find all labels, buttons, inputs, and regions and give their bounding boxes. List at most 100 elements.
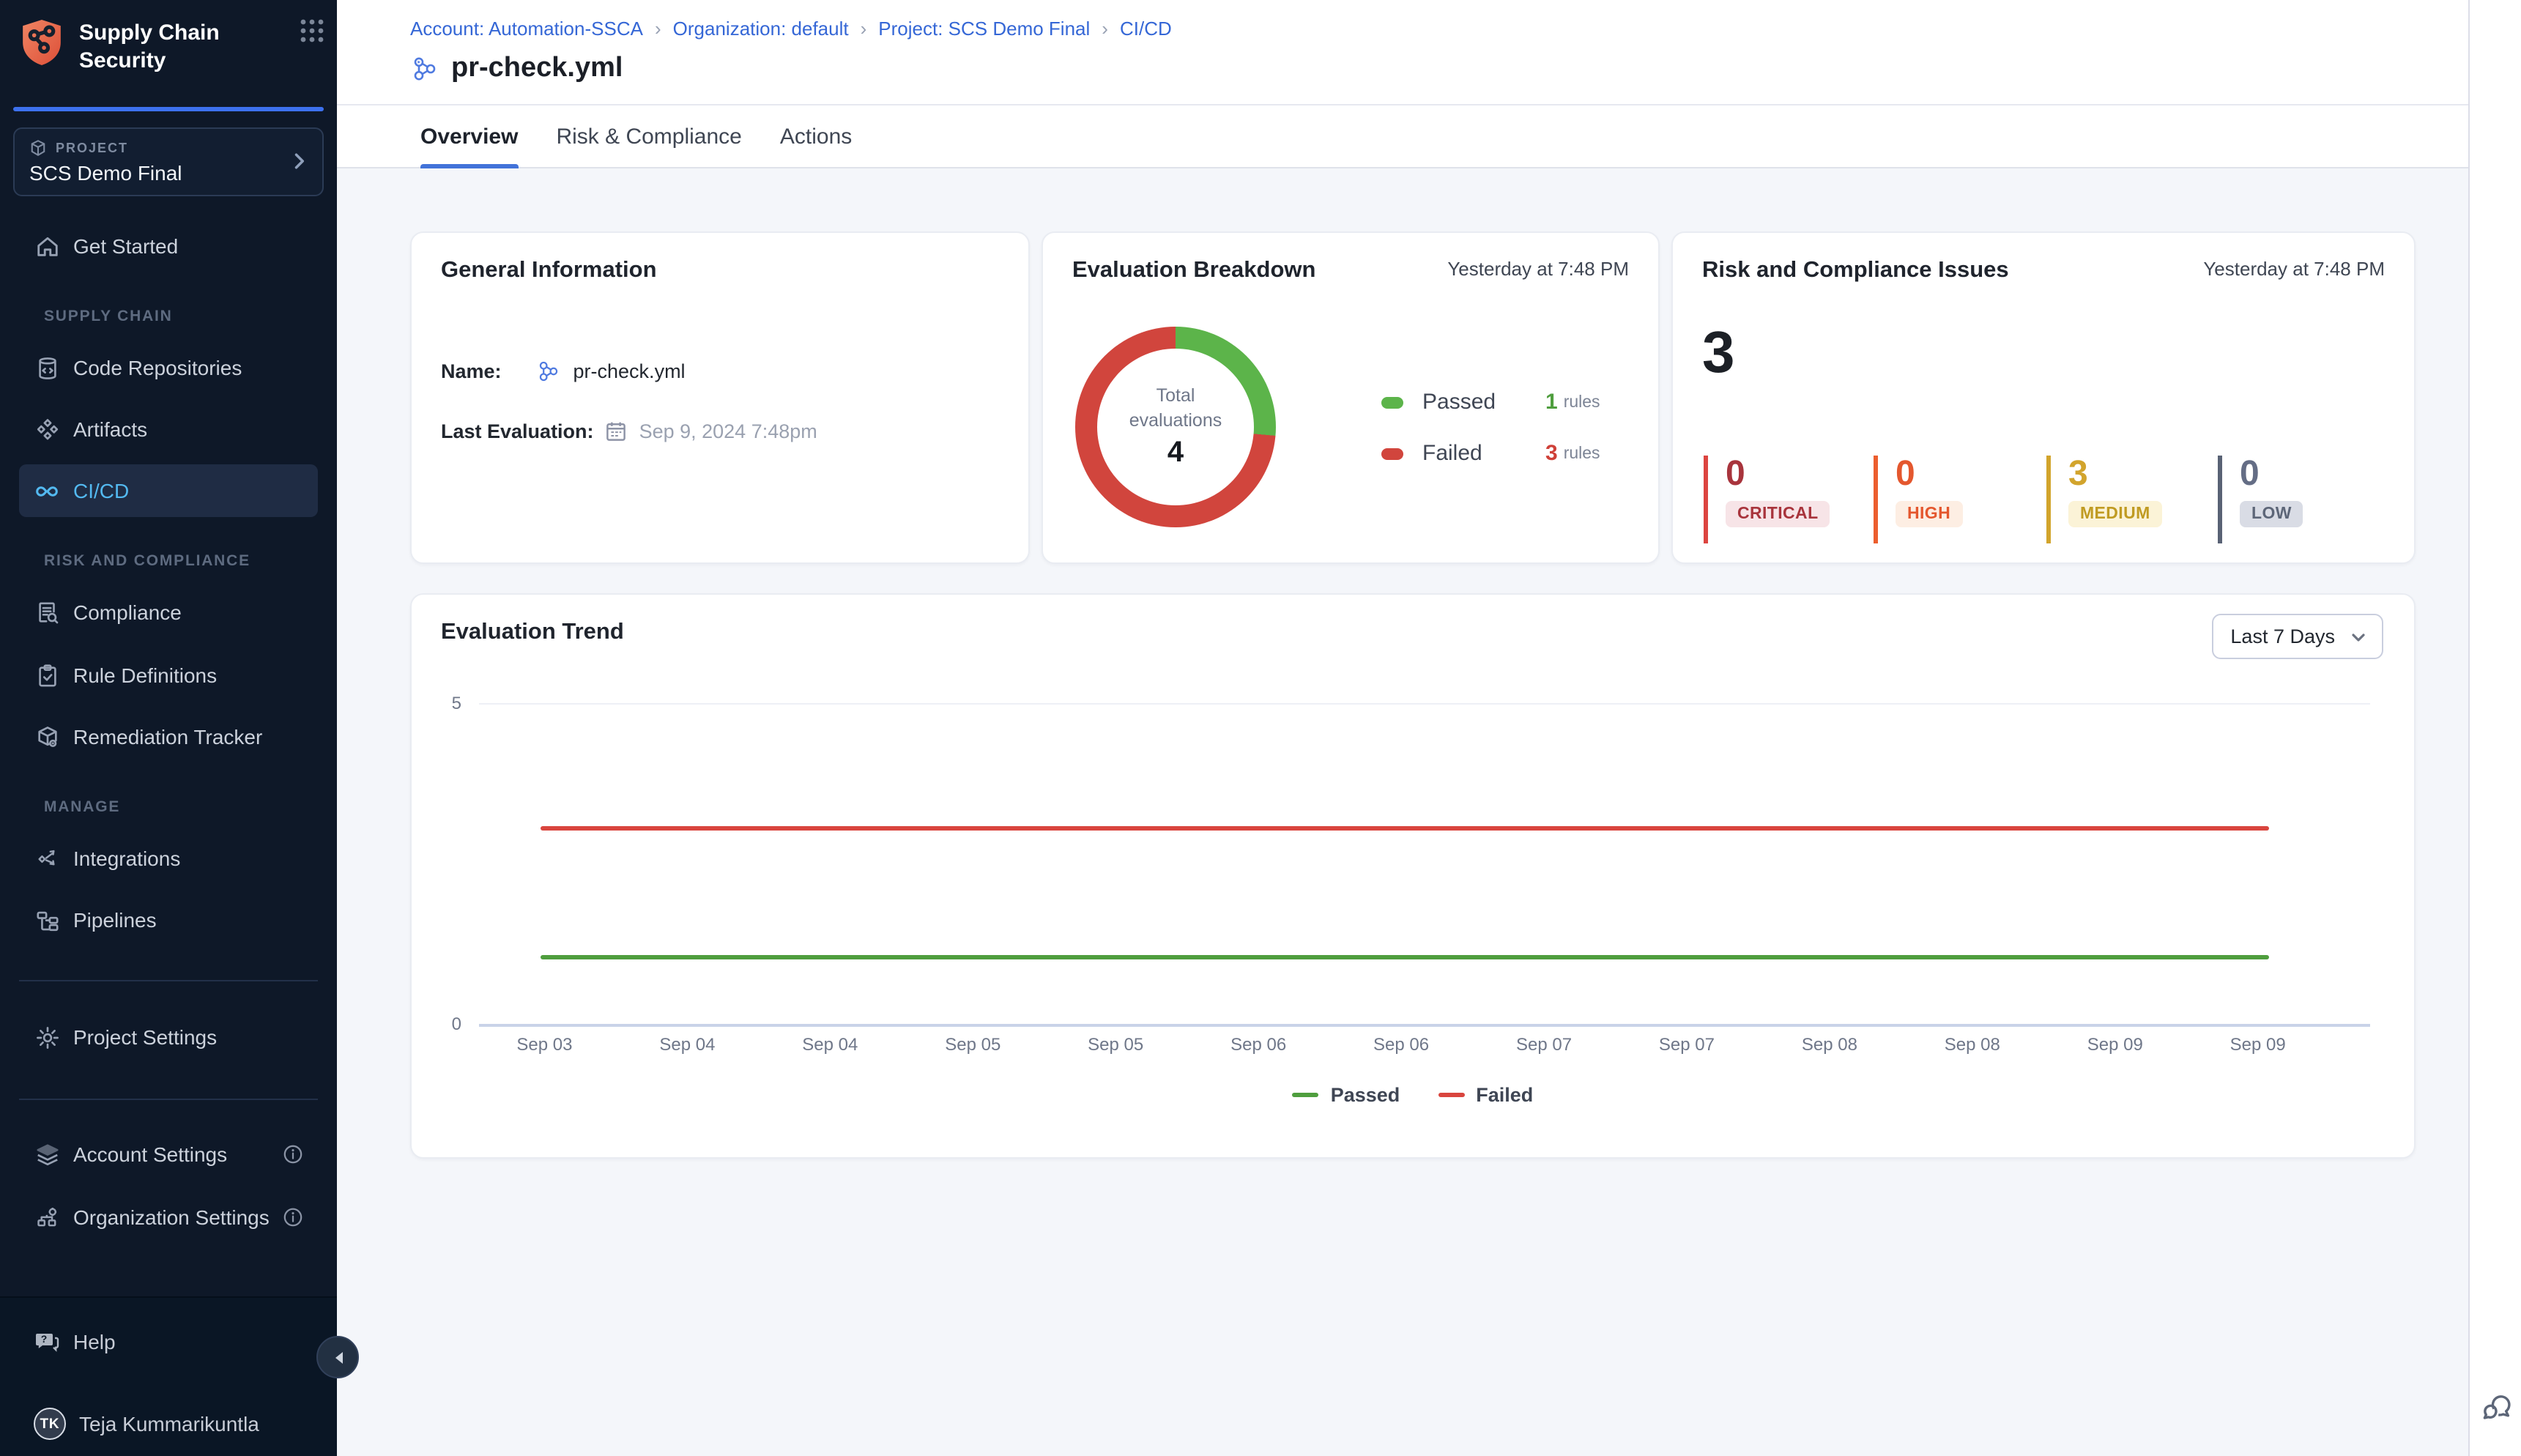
sidebar-item-pipelines[interactable]: Pipelines — [19, 894, 318, 946]
project-selector-label: PROJECT — [56, 141, 128, 155]
evaluation-trend-card: Evaluation Trend Last 7 Days 5 0 Sep 03 — [410, 593, 2416, 1159]
sidebar-item-label: Remediation Tracker — [73, 725, 262, 749]
breadcrumb: Account: Automation-SSCA › Organization:… — [410, 18, 1172, 40]
breadcrumb-organization-link[interactable]: Organization: default — [673, 18, 849, 40]
legend-label: Failed — [1422, 441, 1545, 466]
sidebar-item-label: Account Settings — [73, 1143, 227, 1166]
gear-icon — [34, 1025, 60, 1050]
sidebar-item-label: Rule Definitions — [73, 664, 217, 687]
help-label: Help — [73, 1330, 116, 1353]
risk-issues-timestamp: Yesterday at 7:48 PM — [2203, 258, 2385, 280]
project-selector[interactable]: PROJECT SCS Demo Final — [13, 127, 324, 196]
breadcrumb-account-link[interactable]: Account: Automation-SSCA — [410, 18, 643, 40]
failed-legend-swatch — [1381, 447, 1403, 459]
time-range-value: Last 7 Days — [2230, 625, 2335, 647]
sidebar-section-supply-chain: SUPPLY CHAIN — [44, 308, 173, 325]
layers-icon — [34, 1142, 60, 1167]
pipeline-file-icon — [410, 54, 439, 83]
medium-badge: MEDIUM — [2068, 501, 2162, 527]
critical-badge: CRITICAL — [1726, 501, 1830, 527]
user-menu[interactable]: TK Teja Kummarikuntla — [19, 1397, 318, 1450]
trend-legend: Passed Failed — [412, 1084, 2414, 1106]
infinity-icon — [34, 478, 60, 503]
tab-bar: Overview Risk & Compliance Actions — [337, 104, 2468, 168]
svg-text:?: ? — [41, 1333, 48, 1345]
sidebar-item-remediation-tracker[interactable]: Remediation Tracker — [19, 710, 318, 763]
evaluations-donut-chart: Total evaluations 4 — [1075, 327, 1276, 527]
sidebar-item-artifacts[interactable]: Artifacts — [19, 403, 318, 456]
breadcrumb-project-link[interactable]: Project: SCS Demo Final — [878, 18, 1090, 40]
trend-legend-failed: Failed — [1438, 1084, 1533, 1106]
x-tick: Sep 07 — [1616, 1034, 1759, 1055]
failed-line-swatch — [1438, 1093, 1464, 1097]
sidebar-item-code-repositories[interactable]: Code Repositories — [19, 341, 318, 394]
donut-center-value: 4 — [1167, 437, 1184, 470]
sidebar-divider — [19, 1099, 318, 1100]
x-tick: Sep 08 — [1901, 1034, 2043, 1055]
sidebar-section-manage: MANAGE — [44, 798, 120, 816]
x-axis-labels: Sep 03 Sep 04 Sep 04 Sep 05 Sep 05 Sep 0… — [473, 1034, 2329, 1055]
y-axis-tick-min: 0 — [432, 1014, 461, 1034]
name-value: pr-check.yml — [573, 360, 686, 382]
help-button[interactable]: ? Help — [19, 1315, 318, 1368]
name-label: Name: — [441, 360, 502, 382]
severity-medium: 3 MEDIUM — [2046, 456, 2162, 543]
page-header: Account: Automation-SSCA › Organization:… — [337, 0, 2468, 104]
legend-item-passed: Passed 1 rules — [1381, 390, 1600, 415]
breadcrumb-separator: › — [861, 18, 867, 40]
sidebar-item-label: Project Settings — [73, 1025, 217, 1049]
high-count: 0 — [1896, 456, 1962, 494]
time-range-select[interactable]: Last 7 Days — [2211, 614, 2383, 659]
calendar-icon — [606, 420, 628, 442]
gridline-y5 — [479, 703, 2370, 705]
x-tick: Sep 04 — [759, 1034, 902, 1055]
breadcrumb-cicd-link[interactable]: CI/CD — [1120, 18, 1172, 40]
tab-overview[interactable]: Overview — [420, 105, 518, 167]
last-evaluation-label: Last Evaluation: — [441, 420, 594, 442]
passed-rules-count: 1 — [1545, 390, 1558, 415]
supply-chain-security-logo-icon — [19, 18, 64, 67]
info-icon[interactable] — [283, 1207, 303, 1227]
chevron-down-icon — [2350, 628, 2367, 646]
donut-center-label: Total evaluations — [1114, 384, 1237, 434]
card-title: Risk and Compliance Issues — [1702, 258, 2009, 284]
x-tick: Sep 08 — [1758, 1034, 1901, 1055]
sidebar-item-rule-definitions[interactable]: Rule Definitions — [19, 649, 318, 702]
risk-compliance-issues-card: Risk and Compliance Issues Yesterday at … — [1671, 231, 2416, 564]
tab-risk-compliance[interactable]: Risk & Compliance — [556, 105, 741, 167]
user-name: Teja Kummarikuntla — [79, 1412, 259, 1435]
x-tick: Sep 09 — [2043, 1034, 2186, 1055]
sidebar-item-project-settings[interactable]: Project Settings — [19, 1011, 318, 1063]
sidebar-item-organization-settings[interactable]: Organization Settings — [19, 1191, 318, 1244]
page-title: pr-check.yml — [451, 53, 623, 85]
sidebar-item-compliance[interactable]: Compliance — [19, 586, 318, 639]
clipboard-check-icon — [34, 663, 60, 688]
home-icon — [34, 234, 60, 259]
sidebar-item-cicd[interactable]: CI/CD — [19, 464, 318, 517]
sidebar-collapse-button[interactable] — [316, 1336, 359, 1378]
info-icon[interactable] — [283, 1144, 303, 1165]
card-title: General Information — [441, 258, 657, 284]
pipelines-icon — [34, 907, 60, 932]
severity-high: 0 HIGH — [1874, 456, 1962, 543]
chat-bubbles-icon[interactable] — [2479, 1389, 2514, 1424]
failed-series-line — [541, 826, 2269, 831]
x-tick: Sep 05 — [1044, 1034, 1187, 1055]
sidebar-divider — [19, 980, 318, 981]
sidebar-item-label: Integrations — [73, 847, 180, 870]
tab-actions[interactable]: Actions — [780, 105, 852, 167]
x-tick: Sep 03 — [473, 1034, 616, 1055]
sidebar-item-account-settings[interactable]: Account Settings — [19, 1128, 318, 1181]
right-rail — [2468, 0, 2521, 1456]
sidebar-item-label: Code Repositories — [73, 356, 242, 379]
card-title: Evaluation Trend — [441, 620, 624, 646]
remediation-box-icon — [34, 724, 60, 749]
x-tick: Sep 06 — [1187, 1034, 1330, 1055]
module-grid-icon[interactable] — [299, 18, 325, 44]
sidebar-item-integrations[interactable]: Integrations — [19, 832, 318, 885]
y-axis-tick-max: 5 — [432, 693, 461, 713]
sidebar-item-get-started[interactable]: Get Started — [19, 220, 318, 272]
passed-series-line — [541, 955, 2269, 959]
content: General Information Name: pr-check.yml L… — [337, 168, 2468, 1456]
failed-rules-count: 3 — [1545, 441, 1558, 466]
